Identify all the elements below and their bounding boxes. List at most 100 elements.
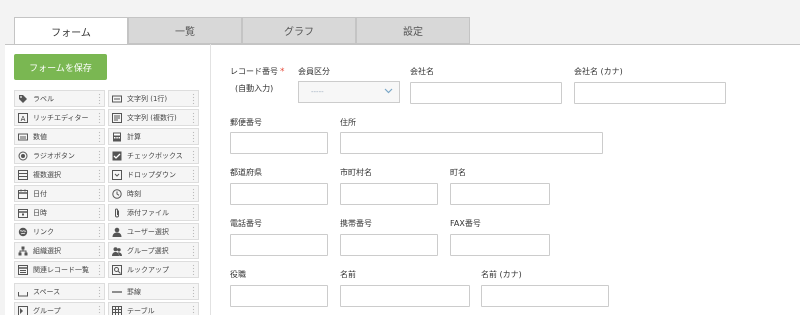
- tag-icon: [18, 94, 28, 104]
- palette-item-dropdown[interactable]: ドロップダウン: [108, 166, 199, 183]
- clock-icon: [112, 188, 122, 199]
- fax-label: FAX番号: [450, 219, 481, 228]
- radio-icon: [18, 151, 28, 161]
- group-field-icon: [18, 305, 28, 315]
- globe-icon: [18, 227, 28, 237]
- tab-bar: フォーム 一覧 グラフ 設定: [0, 0, 800, 45]
- palette-item-space[interactable]: スペース: [14, 283, 105, 300]
- palette-item-text: ラジオボタン: [33, 151, 75, 160]
- palette-item-text: ユーザー選択: [127, 227, 169, 236]
- palette-item-table[interactable]: テーブル: [108, 302, 199, 315]
- company-kana-input[interactable]: [574, 82, 726, 104]
- tab-graph[interactable]: グラフ: [242, 17, 356, 44]
- phone-input[interactable]: [230, 234, 328, 256]
- tab-settings[interactable]: 設定: [356, 17, 470, 44]
- border-line-icon: [112, 287, 122, 297]
- palette-item-multi-select[interactable]: 複数選択: [14, 166, 105, 183]
- title-input[interactable]: [230, 285, 328, 307]
- palette-item-checkbox[interactable]: チェックボックス: [108, 147, 199, 164]
- city-input[interactable]: [340, 183, 438, 205]
- name-kana-input[interactable]: [481, 285, 609, 307]
- dropdown-icon: [112, 169, 122, 180]
- palette-item-text: 文字列 (複数行): [127, 113, 177, 122]
- palette-divider: [210, 44, 211, 315]
- member-type-label: 会員区分: [298, 67, 330, 76]
- checkbox-icon: [112, 151, 122, 161]
- address-label: 住所: [340, 118, 356, 127]
- company-kana-label: 会社名 (カナ): [574, 67, 623, 76]
- chevron-down-icon: [384, 86, 393, 97]
- palette-item-related-records[interactable]: 関連レコード一覧: [14, 261, 105, 278]
- address-input[interactable]: [340, 132, 603, 154]
- palette-item-datetime[interactable]: 日時: [14, 204, 105, 221]
- number-icon: [18, 132, 28, 142]
- mobile-input[interactable]: [340, 234, 438, 256]
- palette-item-text: テーブル: [127, 306, 155, 315]
- palette-item-text: 複数選択: [33, 170, 61, 179]
- member-type-select[interactable]: -----: [298, 81, 400, 103]
- palette-item-group-field[interactable]: グループ: [14, 302, 105, 315]
- palette-item-text: 文字列 (1行): [127, 94, 168, 103]
- palette-item-attachment[interactable]: 添付ファイル: [108, 204, 199, 221]
- tab-list[interactable]: 一覧: [128, 17, 242, 44]
- palette-item-number[interactable]: 数値: [14, 128, 105, 145]
- name-kana-label: 名前 (カナ): [481, 270, 522, 279]
- palette-item-text: 日時: [33, 208, 47, 217]
- rich-editor-icon: A: [18, 112, 28, 123]
- related-records-icon: [18, 264, 28, 275]
- palette-item-multi-line-text[interactable]: 文字列 (複数行): [108, 109, 199, 126]
- required-mark: *: [280, 67, 285, 77]
- user-icon: [112, 227, 122, 237]
- palette-item-text: 日付: [33, 189, 47, 198]
- lookup-icon: [112, 264, 122, 275]
- palette-item-border[interactable]: 罫線: [108, 283, 199, 300]
- record-number-auto: (自動入力): [235, 84, 274, 93]
- mobile-label: 携帯番号: [340, 219, 372, 228]
- member-type-select-value: -----: [311, 88, 324, 96]
- name-label: 名前: [340, 270, 356, 279]
- palette-item-text: チェックボックス: [127, 151, 183, 160]
- palette-item-user-select[interactable]: ユーザー選択: [108, 223, 199, 240]
- palette-item-text: 数値: [33, 132, 47, 141]
- record-number-label: レコード番号 *: [230, 66, 285, 77]
- palette-item-single-line-text[interactable]: 文字列 (1行): [108, 90, 199, 107]
- palette-item-group-select[interactable]: グループ選択: [108, 242, 199, 259]
- palette-item-lookup[interactable]: ルックアップ: [108, 261, 199, 278]
- name-input[interactable]: [340, 285, 470, 307]
- palette-item-text: 計算: [127, 132, 141, 141]
- palette-item-text: リンク: [33, 227, 54, 236]
- group-icon: [112, 246, 122, 256]
- title-label: 役職: [230, 270, 246, 279]
- palette-item-org-select[interactable]: 組織選択: [14, 242, 105, 259]
- palette-item-radio[interactable]: ラジオボタン: [14, 147, 105, 164]
- palette-item-time[interactable]: 時刻: [108, 185, 199, 202]
- calendar-icon: [18, 189, 28, 199]
- table-icon: [112, 305, 122, 315]
- palette-item-link[interactable]: リンク: [14, 223, 105, 240]
- space-icon: [18, 287, 28, 297]
- company-name-label: 会社名: [410, 67, 434, 76]
- palette-item-calculation[interactable]: 計算: [108, 128, 199, 145]
- tab-form[interactable]: フォーム: [14, 17, 128, 45]
- fax-input[interactable]: [450, 234, 550, 256]
- town-label: 町名: [450, 168, 466, 177]
- town-input[interactable]: [450, 183, 550, 205]
- org-icon: [18, 246, 28, 256]
- postal-code-input[interactable]: [230, 132, 328, 154]
- palette-item-text: リッチエディター: [33, 113, 89, 122]
- prefecture-label: 都道府県: [230, 168, 262, 177]
- palette-item-text: ラベル: [33, 94, 54, 103]
- palette-item-date[interactable]: 日付: [14, 185, 105, 202]
- prefecture-input[interactable]: [230, 183, 328, 205]
- record-number-label-text: レコード番号: [230, 67, 278, 76]
- postal-code-label: 郵便番号: [230, 118, 262, 127]
- calculator-icon: [112, 132, 122, 142]
- company-name-input[interactable]: [410, 82, 562, 104]
- palette-item-text: グループ選択: [127, 246, 169, 255]
- palette-item-text: 組織選択: [33, 246, 61, 255]
- palette-item-rich-editor[interactable]: A リッチエディター: [14, 109, 105, 126]
- palette-item-text: スペース: [33, 287, 61, 296]
- palette-item-text: グループ: [33, 306, 61, 315]
- save-form-button[interactable]: フォームを保存: [14, 54, 107, 80]
- palette-item-label[interactable]: ラベル: [14, 90, 105, 107]
